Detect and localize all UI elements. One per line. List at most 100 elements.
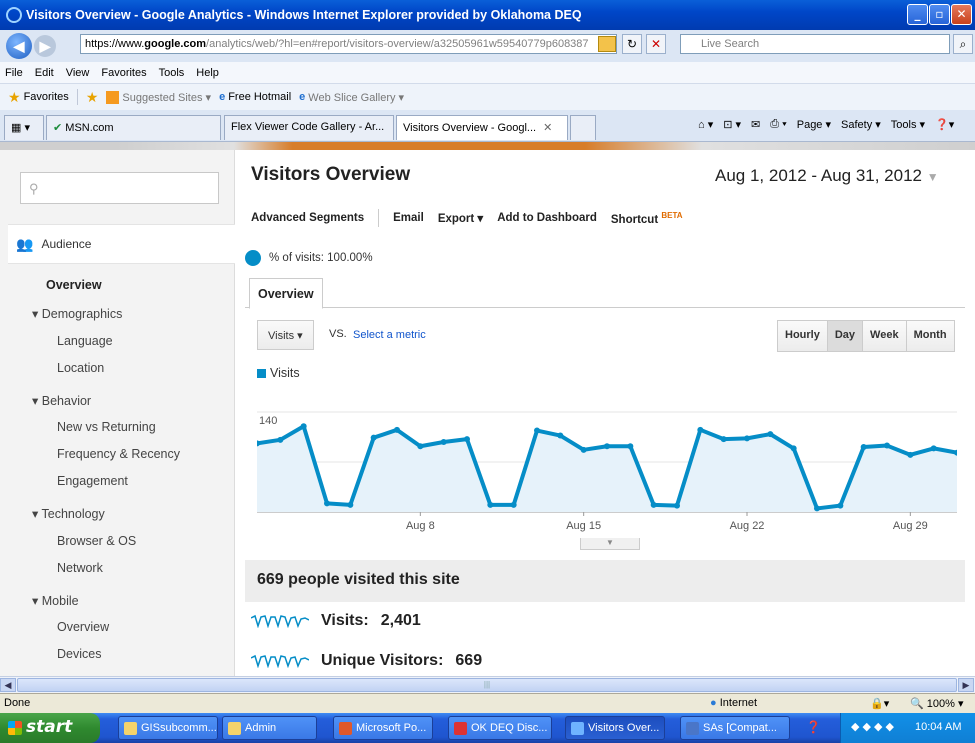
quick-tabs-button[interactable]: ▦ ▾ [4,115,44,140]
minimize-button[interactable]: _ [907,4,928,25]
day-button[interactable]: Day [826,321,863,351]
lock-icon[interactable] [598,36,616,52]
help-tray-icon[interactable]: ❓ [806,720,821,734]
sidebar-search-input[interactable]: ⚲ [20,172,219,204]
home-icon[interactable]: ⌂ ▾ [698,118,713,131]
stat-visits-value: 2,401 [380,612,421,629]
taskbar-item-ok-deq[interactable]: OK DEQ Disc... [448,716,552,740]
page-title: Visitors Overview [251,164,411,185]
mail-icon[interactable]: ✉ [751,118,760,131]
hourly-button[interactable]: Hourly [778,321,827,351]
back-button[interactable]: ◀ [6,33,32,59]
tab-overview[interactable]: Overview [249,278,323,309]
menu-edit[interactable]: Edit [35,67,54,79]
menu-help[interactable]: Help [196,67,219,79]
page-menu[interactable]: Page ▾ [797,118,831,131]
taskbar-item-powerpoint[interactable]: Microsoft Po... [333,716,433,740]
main-panel: Visitors Overview Aug 1, 2012 - Aug 31, … [235,150,975,676]
beta-badge: BETA [661,210,683,220]
refresh-icon[interactable]: ↻ [622,34,642,54]
url-domain: google.com [144,38,207,50]
export-button[interactable]: Export ▾ [438,211,483,225]
scroll-left-button[interactable]: ◀ [0,678,16,692]
search-input[interactable]: Live Search [680,34,950,54]
week-button[interactable]: Week [862,321,906,351]
visits-chart[interactable]: 14070Aug 8Aug 15Aug 22Aug 29 [257,382,957,537]
address-bar[interactable]: https://www. google.com/analytics/web/?hl… [80,34,617,54]
forward-button[interactable]: ▶ [34,35,56,57]
tray-icons[interactable]: ◆ ◆ ◆ ◆ [851,720,894,733]
taskbar-item-admin[interactable]: Admin [222,716,317,740]
favorite-web-slice-gallery[interactable]: e Web Slice Gallery ▾ [299,91,404,104]
favorite-free-hotmail[interactable]: e Free Hotmail [219,91,291,103]
sidebar-item-behavior[interactable]: ▾ Behavior [32,393,91,408]
feeds-icon[interactable]: ⊡ ▾ [723,118,741,131]
menu-favorites[interactable]: Favorites [101,67,146,79]
sidebar-item-location[interactable]: Location [57,361,104,375]
time-granularity-group: Hourly Day Week Month [777,320,955,352]
shortcut-button[interactable]: Shortcut BETA [611,211,683,226]
data-point [674,502,680,509]
legend-swatch [257,368,266,378]
sidebar-item-mobile-overview[interactable]: Overview [57,620,109,634]
protected-mode-icon[interactable]: 🔒▾ [870,697,889,710]
scroll-right-button[interactable]: ▶ [958,678,974,692]
tab-msn[interactable]: ✔ MSN.com [46,115,221,140]
horizontal-scrollbar[interactable]: ◀ ||| ▶ [0,676,975,693]
chart-expand-handle[interactable]: ▼ [580,538,640,550]
sidebar-item-new-vs-returning[interactable]: New vs Returning [57,420,156,434]
data-point [277,436,284,443]
sidebar-item-devices[interactable]: Devices [57,647,101,661]
add-favorite-icon[interactable]: ★ [86,89,99,106]
print-icon[interactable]: ⎙ ▾ [770,118,786,131]
sidebar-item-demographics[interactable]: ▾ Demographics [32,306,122,321]
menu-view[interactable]: View [66,67,90,79]
menu-file[interactable]: File [5,67,23,79]
safety-menu[interactable]: Safety ▾ [841,118,881,131]
help-icon[interactable]: ❓▾ [935,118,954,131]
close-tab-icon[interactable]: ✕ [543,122,552,134]
sidebar-item-network[interactable]: Network [57,561,103,575]
start-button[interactable]: start [0,713,100,743]
select-metric-link[interactable]: Select a metric [353,329,426,341]
ie-icon [571,722,584,735]
ie-page-icon: e [299,91,306,103]
sidebar-item-engagement[interactable]: Engagement [57,474,128,488]
data-point [557,432,564,439]
email-button[interactable]: Email [393,212,424,224]
stat-visits-label: Visits: [321,612,369,629]
sidebar-item-browser-os[interactable]: Browser & OS [57,534,136,548]
scrollbar-thumb[interactable]: ||| [17,678,957,692]
tab-flex-viewer[interactable]: Flex Viewer Code Gallery - Ar... [224,115,394,140]
maximize-button[interactable]: ▫ [929,4,950,25]
sidebar-item-language[interactable]: Language [57,334,113,348]
sidebar-item-mobile[interactable]: ▾ Mobile [32,593,79,608]
close-window-button[interactable]: ✕ [951,4,972,25]
sidebar-section-audience[interactable]: 👥 Audience [8,224,235,264]
sidebar-item-technology[interactable]: ▾ Technology [32,506,105,521]
taskbar-item-visitors-overview[interactable]: Visitors Over... [565,716,665,740]
search-icon[interactable]: ⌕ [953,34,973,54]
zoom-control[interactable]: 🔍 100% ▾ [910,697,963,710]
favorites-button[interactable]: ★ Favorites [8,89,69,106]
tab-visitors-overview[interactable]: Visitors Overview - Googl... ✕ [396,115,568,140]
address-row: ◀ ▶ https://www. google.com/analytics/web… [0,30,975,62]
data-point [860,443,867,450]
add-to-dashboard-button[interactable]: Add to Dashboard [497,212,597,224]
date-range-picker[interactable]: Aug 1, 2012 - Aug 31, 2012 ▼ [715,166,939,186]
metric-dropdown[interactable]: Visits ▾ [257,320,314,350]
star-icon: ★ [8,88,21,105]
advanced-segments-button[interactable]: Advanced Segments [251,212,364,224]
globe-icon: ● [710,697,717,709]
sidebar-item-frequency-recency[interactable]: Frequency & Recency [57,447,180,461]
favorite-suggested-sites[interactable]: Suggested Sites ▾ [106,90,211,104]
taskbar-item-gissubcomm[interactable]: GISsubcomm... [118,716,218,740]
taskbar-item-sas[interactable]: SAs [Compat... [680,716,790,740]
stop-icon[interactable]: ✕ [646,34,666,54]
menu-tools[interactable]: Tools [159,67,185,79]
sidebar-item-overview[interactable]: Overview [46,278,102,292]
month-button[interactable]: Month [905,321,954,351]
new-tab-button[interactable] [570,115,596,140]
data-point [930,445,937,452]
tools-menu[interactable]: Tools ▾ [891,118,925,131]
